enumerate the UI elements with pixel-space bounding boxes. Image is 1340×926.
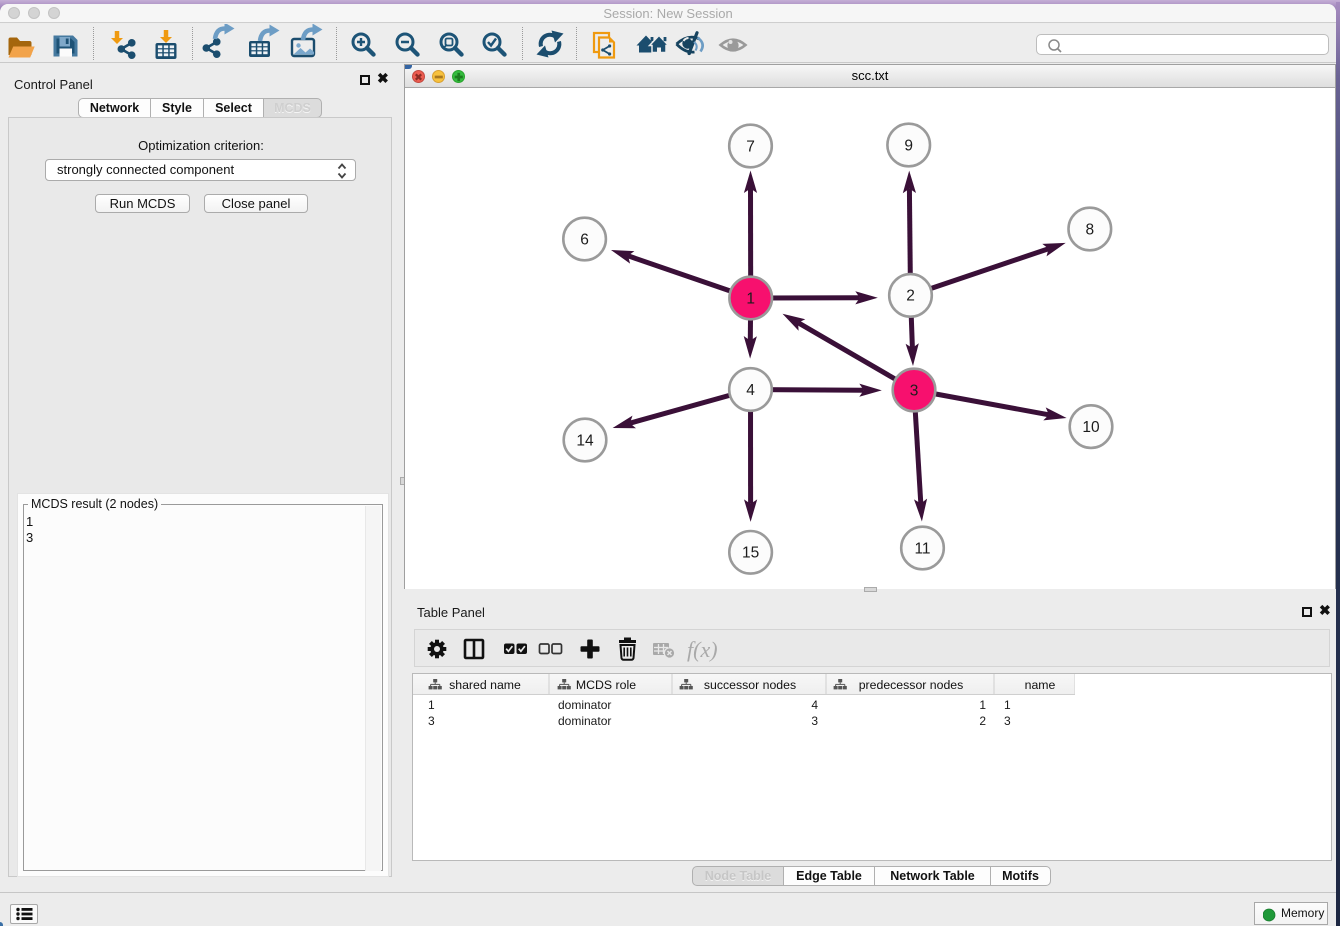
svg-text:7: 7 [746, 138, 755, 155]
svg-text:successor nodes: successor nodes [704, 678, 796, 692]
svg-text:15: 15 [742, 545, 759, 562]
svg-text:predecessor nodes: predecessor nodes [859, 678, 964, 692]
svg-text:4: 4 [746, 382, 755, 399]
svg-text:14: 14 [576, 432, 594, 449]
svg-text:10: 10 [1082, 419, 1100, 436]
svg-text:shared name: shared name [449, 678, 521, 692]
svg-text:1: 1 [746, 290, 755, 307]
svg-text:9: 9 [904, 137, 913, 154]
svg-text:6: 6 [580, 231, 589, 248]
svg-text:3: 3 [910, 382, 919, 399]
svg-text:f(x): f(x) [687, 637, 718, 662]
svg-text:8: 8 [1085, 221, 1094, 238]
svg-text:MCDS role: MCDS role [576, 678, 636, 692]
svg-text:2: 2 [906, 288, 915, 305]
svg-text:name: name [1025, 678, 1056, 692]
svg-text:11: 11 [914, 540, 930, 557]
